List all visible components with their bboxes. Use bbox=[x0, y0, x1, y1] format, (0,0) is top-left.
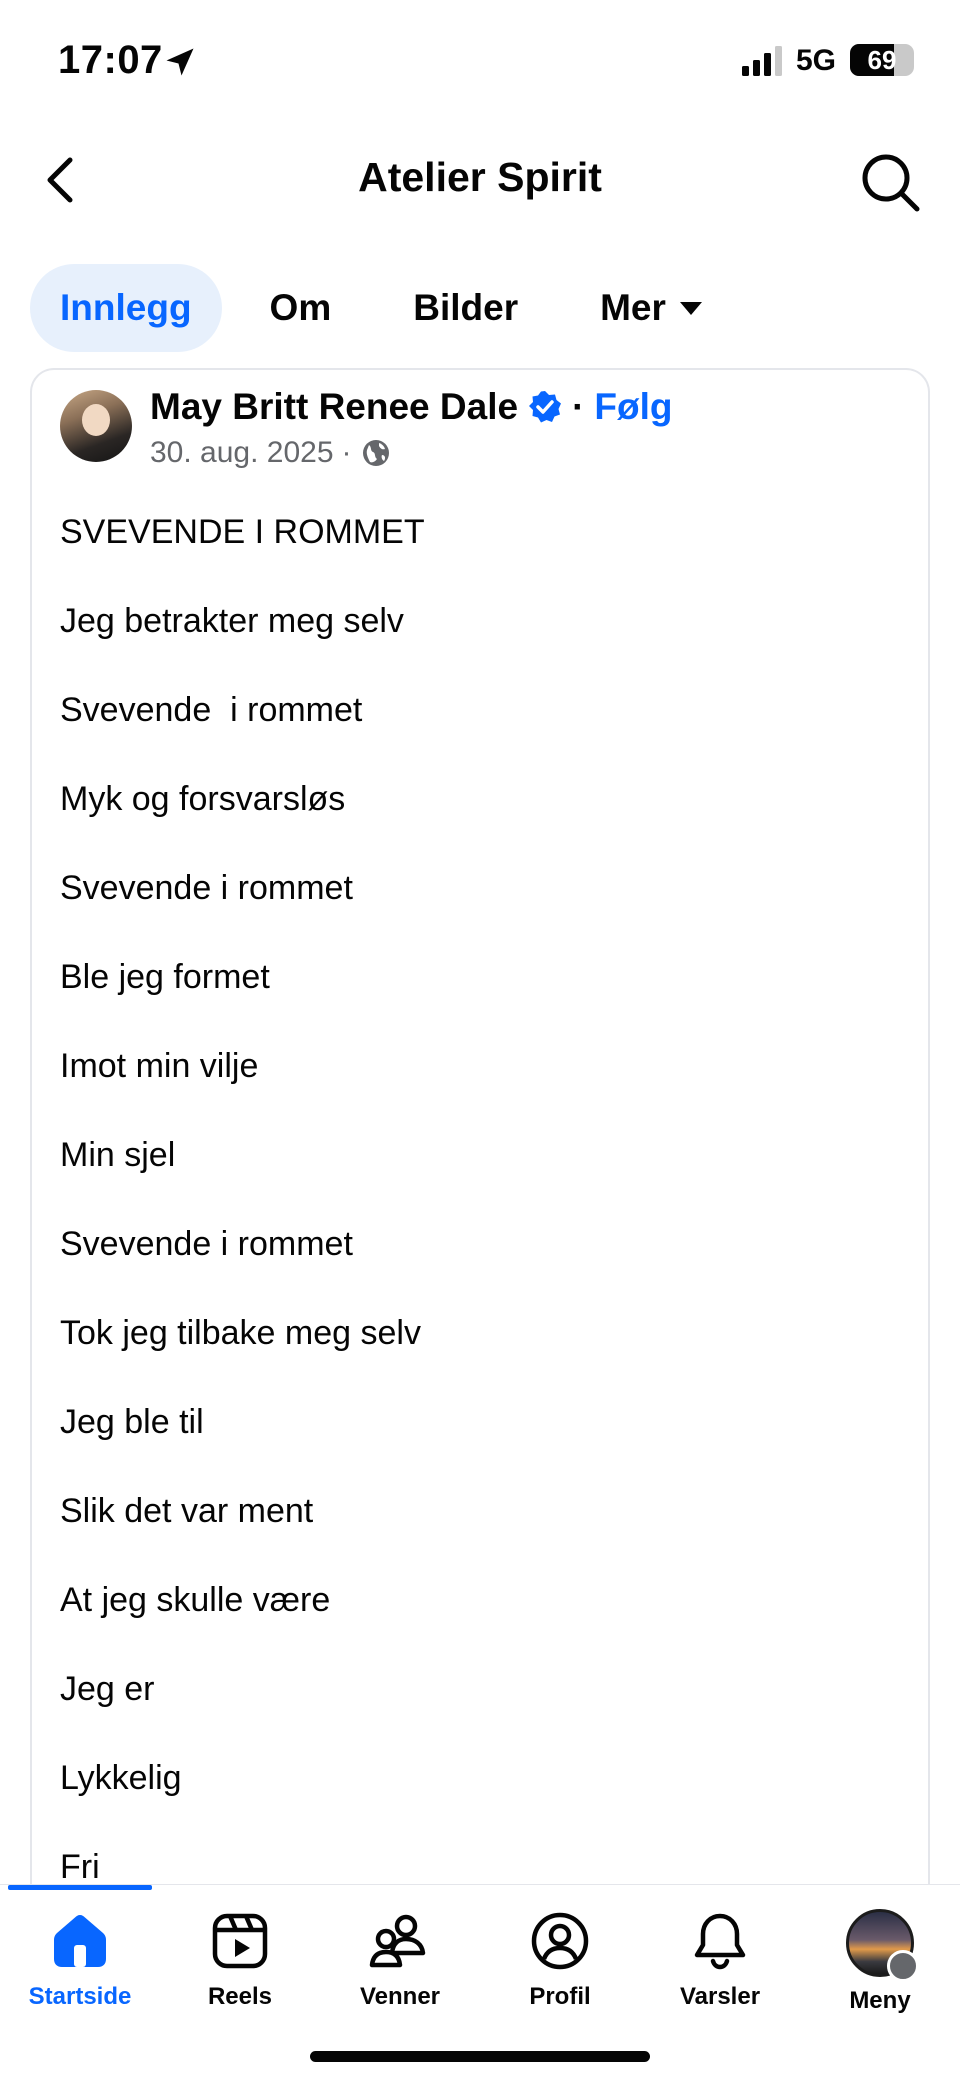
nav-meny[interactable]: Meny bbox=[800, 1909, 960, 2019]
globe-icon bbox=[362, 440, 389, 466]
tab-label: Om bbox=[269, 287, 332, 328]
post-line: Tok jeg tilbake meg selv bbox=[60, 1314, 421, 1352]
status-time: 17:07 bbox=[58, 38, 163, 82]
verified-badge-icon bbox=[529, 391, 562, 423]
avatar-face bbox=[82, 404, 110, 436]
home-indicator bbox=[310, 2051, 650, 2062]
home-icon bbox=[54, 1915, 106, 1967]
meta-separator: · bbox=[341, 436, 352, 469]
cellular-signal-icon bbox=[742, 46, 782, 76]
bell-icon bbox=[694, 1913, 746, 1970]
nav-reels[interactable]: Reels bbox=[160, 1909, 320, 2019]
author-avatar[interactable] bbox=[60, 390, 132, 462]
status-bar: 17:07 5G 69 bbox=[0, 0, 960, 120]
nav-label: Venner bbox=[359, 1983, 441, 2010]
post-card: May Britt Renee Dale · Følg 30. aug. 202… bbox=[30, 368, 930, 1888]
post-line: Jeg er bbox=[60, 1670, 155, 1708]
follow-button[interactable]: Følg bbox=[594, 386, 672, 428]
page-title: Atelier Spirit bbox=[358, 154, 602, 200]
post-date[interactable]: 30. aug. 2025 bbox=[150, 436, 334, 470]
post-line: Jeg betrakter meg selv bbox=[60, 602, 404, 640]
profile-icon bbox=[531, 1912, 589, 1970]
author-row: May Britt Renee Dale · Følg bbox=[150, 386, 673, 428]
caret-down-icon bbox=[679, 302, 702, 315]
nav-venner[interactable]: Venner bbox=[320, 1909, 480, 2019]
post-line: Imot min vilje bbox=[60, 1047, 259, 1085]
post-meta: 30. aug. 2025 · bbox=[150, 436, 392, 470]
tab-label: Bilder bbox=[413, 287, 519, 328]
nav-label: Meny bbox=[849, 1987, 911, 2014]
tab-label: Mer bbox=[600, 287, 666, 328]
nav-label: Varsler bbox=[679, 1983, 761, 2010]
menu-badge-icon bbox=[887, 1950, 919, 1982]
network-type: 5G bbox=[796, 44, 837, 77]
post-line: Svevende i rommet bbox=[60, 691, 363, 729]
nav-profil[interactable]: Profil bbox=[480, 1909, 640, 2019]
author-name[interactable]: May Britt Renee Dale bbox=[150, 386, 518, 428]
search-icon[interactable] bbox=[858, 150, 922, 214]
separator-dot: · bbox=[572, 386, 585, 427]
bottom-nav: Startside Reels Venner Profil Varsler Me… bbox=[0, 1884, 960, 2078]
tab-om[interactable]: Om bbox=[240, 264, 362, 352]
page-header: Atelier Spirit bbox=[0, 130, 960, 230]
post-line: Svevende i rommet bbox=[60, 1225, 353, 1263]
battery-icon: 69 bbox=[850, 44, 914, 76]
nav-label: Startside bbox=[28, 1983, 132, 2010]
active-tab-indicator bbox=[8, 1885, 152, 1890]
tab-bilder[interactable]: Bilder bbox=[383, 264, 548, 352]
post-line: Jeg ble til bbox=[60, 1403, 204, 1441]
battery-percent: 69 bbox=[867, 45, 897, 75]
nav-label: Reels bbox=[207, 1983, 273, 2010]
post-line: Svevende i rommet bbox=[60, 869, 353, 907]
nav-varsler[interactable]: Varsler bbox=[640, 1909, 800, 2019]
post-line: SVEVENDE I ROMMET bbox=[60, 513, 425, 551]
menu-avatar-icon bbox=[846, 1909, 919, 1982]
page-tabs: Innlegg Om Bilder Mer bbox=[30, 264, 734, 352]
nav-label: Profil bbox=[529, 1983, 591, 2010]
location-arrow-icon bbox=[166, 48, 194, 76]
tab-innlegg[interactable]: Innlegg bbox=[30, 264, 222, 352]
post-line: Lykkelig bbox=[60, 1759, 182, 1797]
tab-label: Innlegg bbox=[60, 287, 192, 328]
post-line: Myk og forsvarsløs bbox=[60, 780, 346, 818]
post-text: SVEVENDE I ROMMET Jeg betrakter meg selv S… bbox=[60, 488, 900, 1888]
post-line: Fri bbox=[60, 1848, 100, 1886]
reels-icon bbox=[212, 1913, 268, 1969]
post-line: Ble jeg formet bbox=[60, 958, 270, 996]
nav-startside[interactable]: Startside bbox=[0, 1909, 160, 2019]
post-line: Slik det var ment bbox=[60, 1492, 314, 1530]
tab-mer[interactable]: Mer bbox=[570, 264, 734, 352]
post-line: At jeg skulle være bbox=[60, 1581, 331, 1619]
post-line: Min sjel bbox=[60, 1136, 176, 1174]
friends-icon bbox=[369, 1914, 426, 1968]
